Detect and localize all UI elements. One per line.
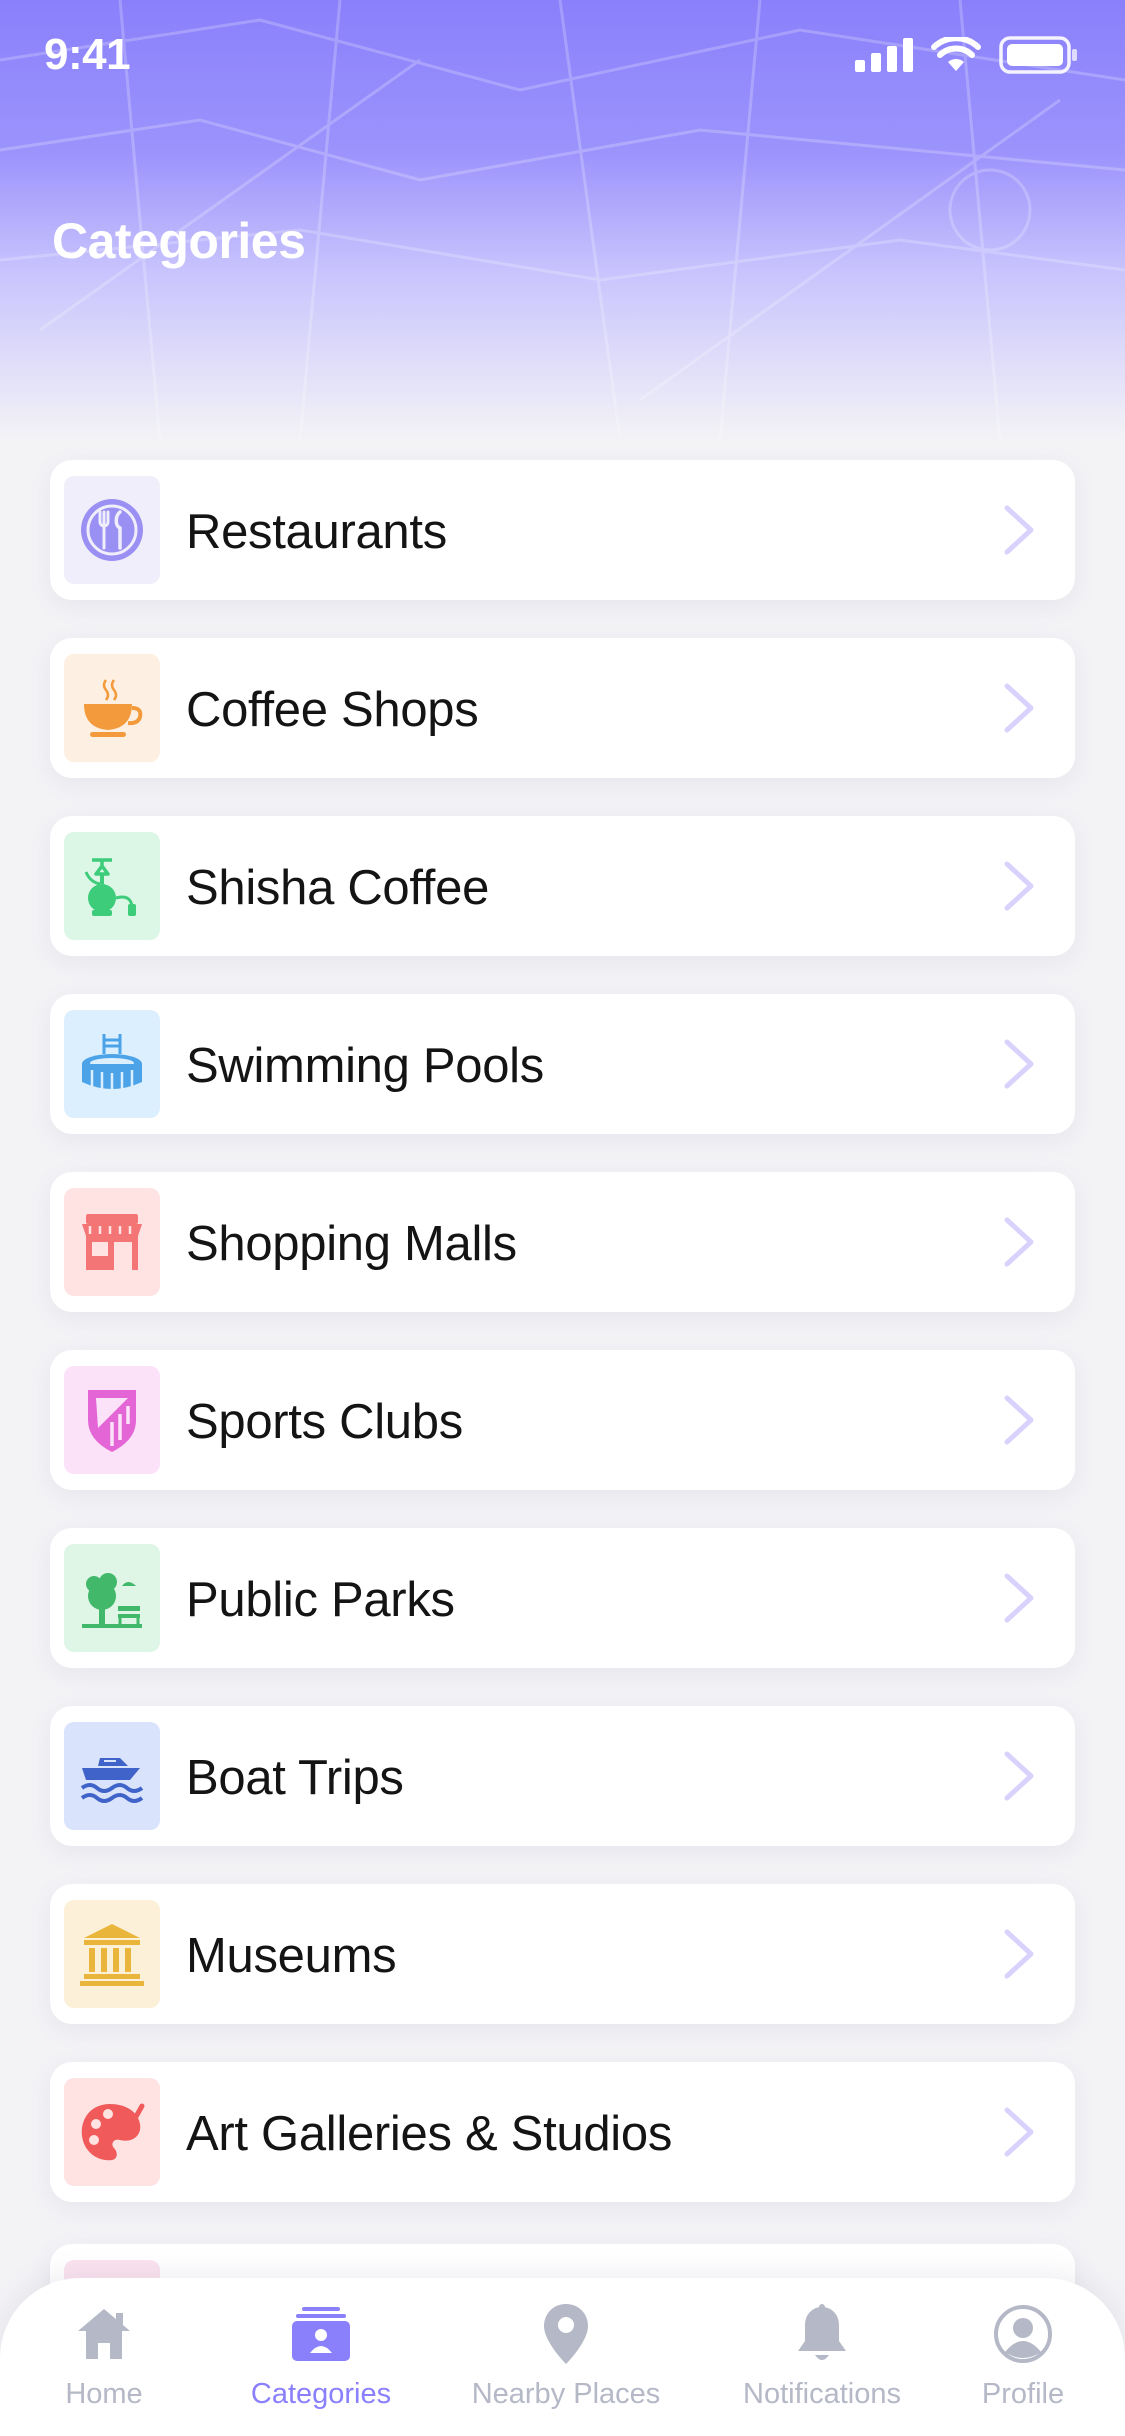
shisha-icon	[84, 858, 136, 916]
park-icon	[82, 1573, 142, 1628]
tab-label: Notifications	[743, 2378, 901, 2410]
category-item-public-parks[interactable]: Public Parks	[50, 1528, 1075, 1668]
chevron-right-icon	[1004, 1039, 1034, 1089]
chevron-right-icon	[1004, 505, 1034, 555]
tab-label: Home	[65, 2378, 143, 2410]
tab-label: Profile	[981, 2378, 1065, 2410]
header: 9:41 Categories	[0, 0, 1125, 440]
icon-tile	[64, 1900, 160, 2008]
category-item-sports-clubs[interactable]: Sports Clubs	[50, 1350, 1075, 1490]
category-label: Restaurants	[186, 505, 447, 559]
category-label: Museums	[186, 1929, 397, 1983]
tab-label: Nearby Places	[471, 2378, 661, 2410]
bell-icon	[790, 2302, 854, 2366]
cellular-signal-icon	[855, 38, 913, 72]
category-label: Sports Clubs	[186, 1395, 463, 1449]
restaurant-icon	[81, 499, 143, 561]
status-icons	[855, 36, 1079, 74]
icon-tile	[64, 832, 160, 940]
chevron-right-icon	[1004, 1929, 1034, 1979]
coffee-cup-icon	[84, 679, 143, 737]
icon-tile	[64, 2078, 160, 2186]
categories-icon	[289, 2302, 353, 2366]
sports-club-icon	[88, 1390, 136, 1452]
category-label: Coffee Shops	[186, 683, 479, 737]
category-list: Restaurants Coffee Shops Shisha Coffee S…	[50, 460, 1075, 2240]
icon-tile	[64, 1722, 160, 1830]
category-label: Art Galleries & Studios	[186, 2107, 673, 2161]
category-label: Public Parks	[186, 1573, 455, 1627]
chevron-right-icon	[1004, 1573, 1034, 1623]
chevron-right-icon	[1004, 1751, 1034, 1801]
category-item-swimming-pools[interactable]: Swimming Pools	[50, 994, 1075, 1134]
chevron-right-icon	[1004, 683, 1034, 733]
tab-label: Categories	[250, 2378, 392, 2410]
tab-home[interactable]: Home	[44, 2278, 164, 2436]
profile-icon	[991, 2302, 1055, 2366]
museum-icon	[80, 1924, 144, 1986]
chevron-right-icon	[1004, 861, 1034, 911]
boat-icon	[80, 1758, 144, 1803]
icon-tile	[64, 1366, 160, 1474]
category-item-boat-trips[interactable]: Boat Trips	[50, 1706, 1075, 1846]
tab-notifications[interactable]: Notifications	[730, 2278, 914, 2436]
palette-icon	[81, 2103, 145, 2161]
tab-categories[interactable]: Categories	[236, 2278, 406, 2436]
category-item-art-galleries[interactable]: Art Galleries & Studios	[50, 2062, 1075, 2202]
bottom-tab-bar: Home Categories Nearby Places Notificati…	[0, 2278, 1125, 2436]
category-item-restaurants[interactable]: Restaurants	[50, 460, 1075, 600]
chevron-right-icon	[1004, 1395, 1034, 1445]
chevron-right-icon	[1004, 1217, 1034, 1267]
status-bar: 9:41	[0, 0, 1125, 120]
category-item-shopping-malls[interactable]: Shopping Malls	[50, 1172, 1075, 1312]
status-time: 9:41	[44, 30, 131, 79]
icon-tile	[64, 1544, 160, 1652]
wifi-icon	[931, 37, 981, 71]
battery-icon	[999, 36, 1077, 74]
chevron-right-icon	[1004, 2107, 1034, 2157]
category-label: Swimming Pools	[186, 1039, 544, 1093]
tab-profile[interactable]: Profile	[968, 2278, 1078, 2436]
category-label: Boat Trips	[186, 1751, 404, 1805]
icon-tile	[64, 476, 160, 584]
category-item-coffee-shops[interactable]: Coffee Shops	[50, 638, 1075, 778]
category-item-museums[interactable]: Museums	[50, 1884, 1075, 2024]
icon-tile	[64, 654, 160, 762]
icon-tile	[64, 1188, 160, 1296]
home-icon	[72, 2302, 136, 2366]
shop-icon	[82, 1214, 142, 1270]
page-title: Categories	[52, 213, 306, 269]
category-item-shisha-coffee[interactable]: Shisha Coffee	[50, 816, 1075, 956]
pool-icon	[82, 1034, 142, 1091]
location-pin-icon	[534, 2302, 598, 2366]
category-label: Shopping Malls	[186, 1217, 517, 1271]
tab-nearby-places[interactable]: Nearby Places	[462, 2278, 670, 2436]
category-label: Shisha Coffee	[186, 861, 490, 915]
icon-tile	[64, 1010, 160, 1118]
